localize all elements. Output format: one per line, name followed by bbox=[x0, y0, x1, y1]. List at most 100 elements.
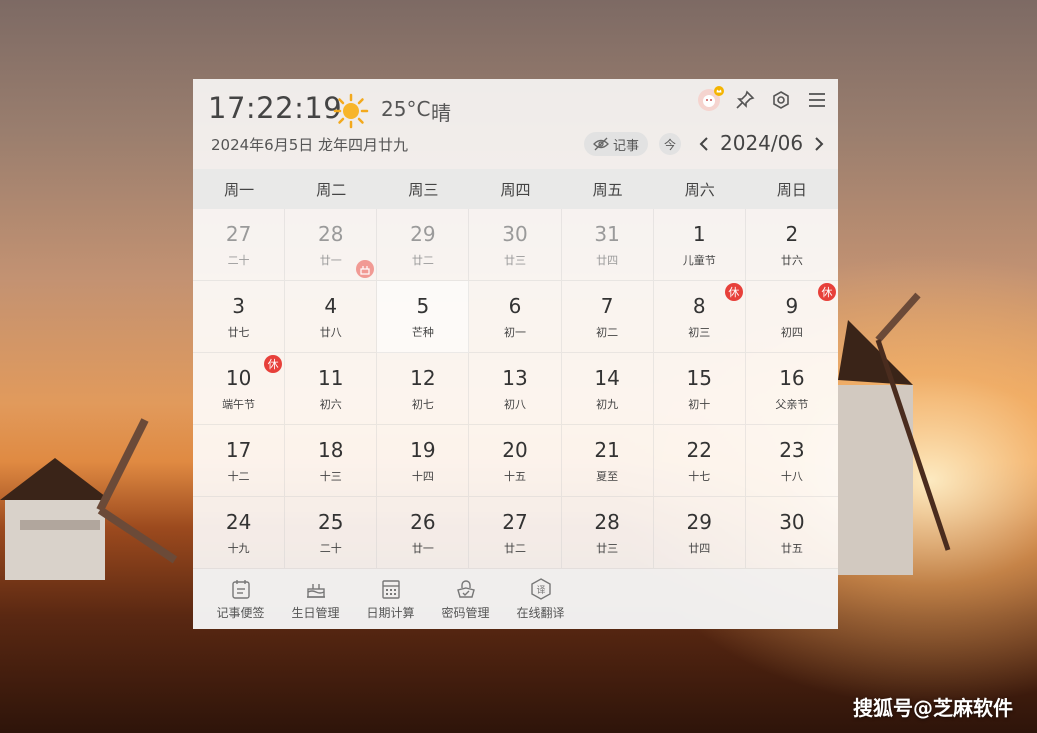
day-cell[interactable]: 22 十七 bbox=[653, 425, 746, 497]
weekday-label: 周四 bbox=[500, 180, 531, 199]
date-lunar-line: 2024年6月5日 龙年四月廿九 bbox=[211, 136, 409, 154]
current-month-label[interactable]: 2024/06 bbox=[720, 131, 803, 155]
pin-button[interactable] bbox=[734, 89, 756, 111]
tool-date-calc[interactable]: 日期计算 bbox=[353, 578, 428, 621]
lunar-date: 廿五 bbox=[780, 541, 803, 555]
tool-translate[interactable]: 译 在线翻译 bbox=[503, 577, 578, 621]
day-cell[interactable]: 29 廿四 bbox=[653, 497, 746, 569]
menu-button[interactable] bbox=[806, 89, 828, 111]
tool-label: 密码管理 bbox=[441, 605, 490, 620]
svg-text:译: 译 bbox=[536, 585, 545, 596]
crown-badge-icon bbox=[714, 86, 724, 96]
day-number: 29 bbox=[686, 509, 712, 534]
day-cell[interactable]: 30 廿五 bbox=[745, 497, 838, 569]
lunar-date: 初四 bbox=[780, 325, 803, 339]
day-cell[interactable]: 23 十八 bbox=[745, 425, 838, 497]
day-cell[interactable]: 11 初六 bbox=[285, 353, 378, 425]
lunar-date: 廿一 bbox=[319, 253, 342, 267]
day-cell-today[interactable]: 5 芒种 bbox=[377, 281, 470, 353]
day-number: 1 bbox=[692, 221, 706, 246]
day-cell[interactable]: 8 初三 休 bbox=[653, 281, 746, 353]
day-number: 27 bbox=[225, 221, 252, 246]
day-cell[interactable]: 28 廿三 bbox=[561, 497, 654, 569]
temperature: 25°C bbox=[381, 97, 431, 121]
settings-button[interactable] bbox=[770, 89, 792, 111]
lunar-date: 芒种 bbox=[411, 325, 434, 339]
tool-label: 生日管理 bbox=[291, 605, 340, 620]
tool-birthday[interactable]: 生日管理 bbox=[278, 578, 353, 621]
day-cell[interactable]: 18 十三 bbox=[285, 425, 378, 497]
lunar-date: 廿三 bbox=[596, 541, 619, 555]
day-cell[interactable]: 9 初四 休 bbox=[745, 281, 838, 353]
weekday-label: 周五 bbox=[592, 180, 623, 199]
memo-toggle-button[interactable]: 记事 bbox=[584, 132, 648, 156]
lunar-date: 廿二 bbox=[411, 253, 434, 267]
top-icons bbox=[698, 86, 828, 111]
day-number: 8 bbox=[692, 293, 706, 318]
day-cell[interactable]: 12 初七 bbox=[377, 353, 470, 425]
holiday-badge: 休 bbox=[724, 283, 743, 301]
day-cell[interactable]: 14 初九 bbox=[561, 353, 654, 425]
windmill-right-decoration bbox=[838, 292, 951, 575]
day-cell[interactable]: 6 初一 bbox=[469, 281, 562, 353]
day-cell[interactable]: 13 初八 bbox=[469, 353, 562, 425]
lunar-date: 廿二 bbox=[503, 541, 526, 555]
next-month-button[interactable] bbox=[811, 133, 827, 155]
day-number: 10 bbox=[225, 365, 252, 390]
day-cell[interactable]: 28 廿一 bbox=[285, 209, 378, 281]
day-cell[interactable]: 26 廿一 bbox=[377, 497, 470, 569]
avatar-button[interactable] bbox=[698, 86, 724, 111]
day-cell[interactable]: 10 端午节 休 bbox=[193, 353, 286, 425]
day-number: 27 bbox=[502, 509, 528, 534]
day-cell[interactable]: 31 廿四 bbox=[561, 209, 654, 281]
watermark-text: 搜狐号@芝麻软件 bbox=[853, 696, 1013, 720]
lunar-date: 廿一 bbox=[411, 541, 434, 555]
day-cell[interactable]: 2 廿六 bbox=[745, 209, 838, 281]
tool-notepad[interactable]: 记事便签 bbox=[203, 578, 278, 621]
avatar bbox=[698, 86, 724, 111]
day-number: 28 bbox=[594, 509, 620, 534]
tool-password[interactable]: 密码管理 bbox=[428, 578, 503, 621]
tool-label: 记事便签 bbox=[216, 605, 265, 620]
day-number: 13 bbox=[502, 365, 528, 390]
lunar-date: 夏至 bbox=[596, 469, 619, 483]
day-number: 12 bbox=[410, 365, 436, 390]
day-cell[interactable]: 27 二十 bbox=[193, 209, 286, 281]
today-button[interactable]: 今 bbox=[659, 133, 681, 155]
translate-icon: 译 bbox=[530, 577, 551, 600]
day-cell[interactable]: 7 初二 bbox=[561, 281, 654, 353]
day-cell[interactable]: 3 廿七 bbox=[193, 281, 286, 353]
day-cell[interactable]: 25 二十 bbox=[285, 497, 378, 569]
day-cell[interactable]: 16 父亲节 bbox=[745, 353, 838, 425]
day-cell[interactable]: 15 初十 bbox=[653, 353, 746, 425]
lunar-date: 初七 bbox=[411, 397, 434, 411]
day-number: 16 bbox=[779, 365, 805, 390]
lunar-date: 初三 bbox=[688, 325, 711, 339]
pin-icon bbox=[736, 90, 755, 109]
day-cell[interactable]: 24 十九 bbox=[193, 497, 286, 569]
day-cell[interactable]: 27 廿二 bbox=[469, 497, 562, 569]
day-cell[interactable]: 1 儿童节 bbox=[653, 209, 746, 281]
day-cell[interactable]: 17 十二 bbox=[193, 425, 286, 497]
day-number: 4 bbox=[324, 293, 338, 318]
weekday-label: 周三 bbox=[408, 180, 439, 199]
lunar-date: 十二 bbox=[227, 469, 250, 483]
day-number: 23 bbox=[779, 437, 805, 462]
day-cell[interactable]: 21 夏至 bbox=[561, 425, 654, 497]
calendar-widget: 17:22:19 25°C 晴 2024年6月5日 龙年四月廿九 记事 今 20… bbox=[193, 79, 838, 629]
day-cell[interactable]: 30 廿三 bbox=[469, 209, 562, 281]
prev-month-button[interactable] bbox=[696, 133, 712, 155]
day-cell[interactable]: 29 廿二 bbox=[377, 209, 470, 281]
day-number: 28 bbox=[317, 221, 344, 246]
day-number: 9 bbox=[785, 293, 799, 318]
day-number: 18 bbox=[317, 437, 344, 462]
day-cell[interactable]: 4 廿八 bbox=[285, 281, 378, 353]
day-number: 25 bbox=[317, 509, 344, 534]
day-number: 26 bbox=[410, 509, 436, 534]
sun-icon bbox=[333, 93, 369, 129]
weekday-label: 周一 bbox=[224, 180, 255, 199]
clock-time: 17:22:19 bbox=[208, 91, 343, 125]
day-cell[interactable]: 20 十五 bbox=[469, 425, 562, 497]
day-cell[interactable]: 19 十四 bbox=[377, 425, 470, 497]
calendar-day-grid: 27 二十 28 廿一 29 廿二 30 廿三 31 廿四 1 儿童节 2 廿六 3 廿七 4 廿八 5 芒种 6 初一 7… bbox=[193, 209, 838, 569]
